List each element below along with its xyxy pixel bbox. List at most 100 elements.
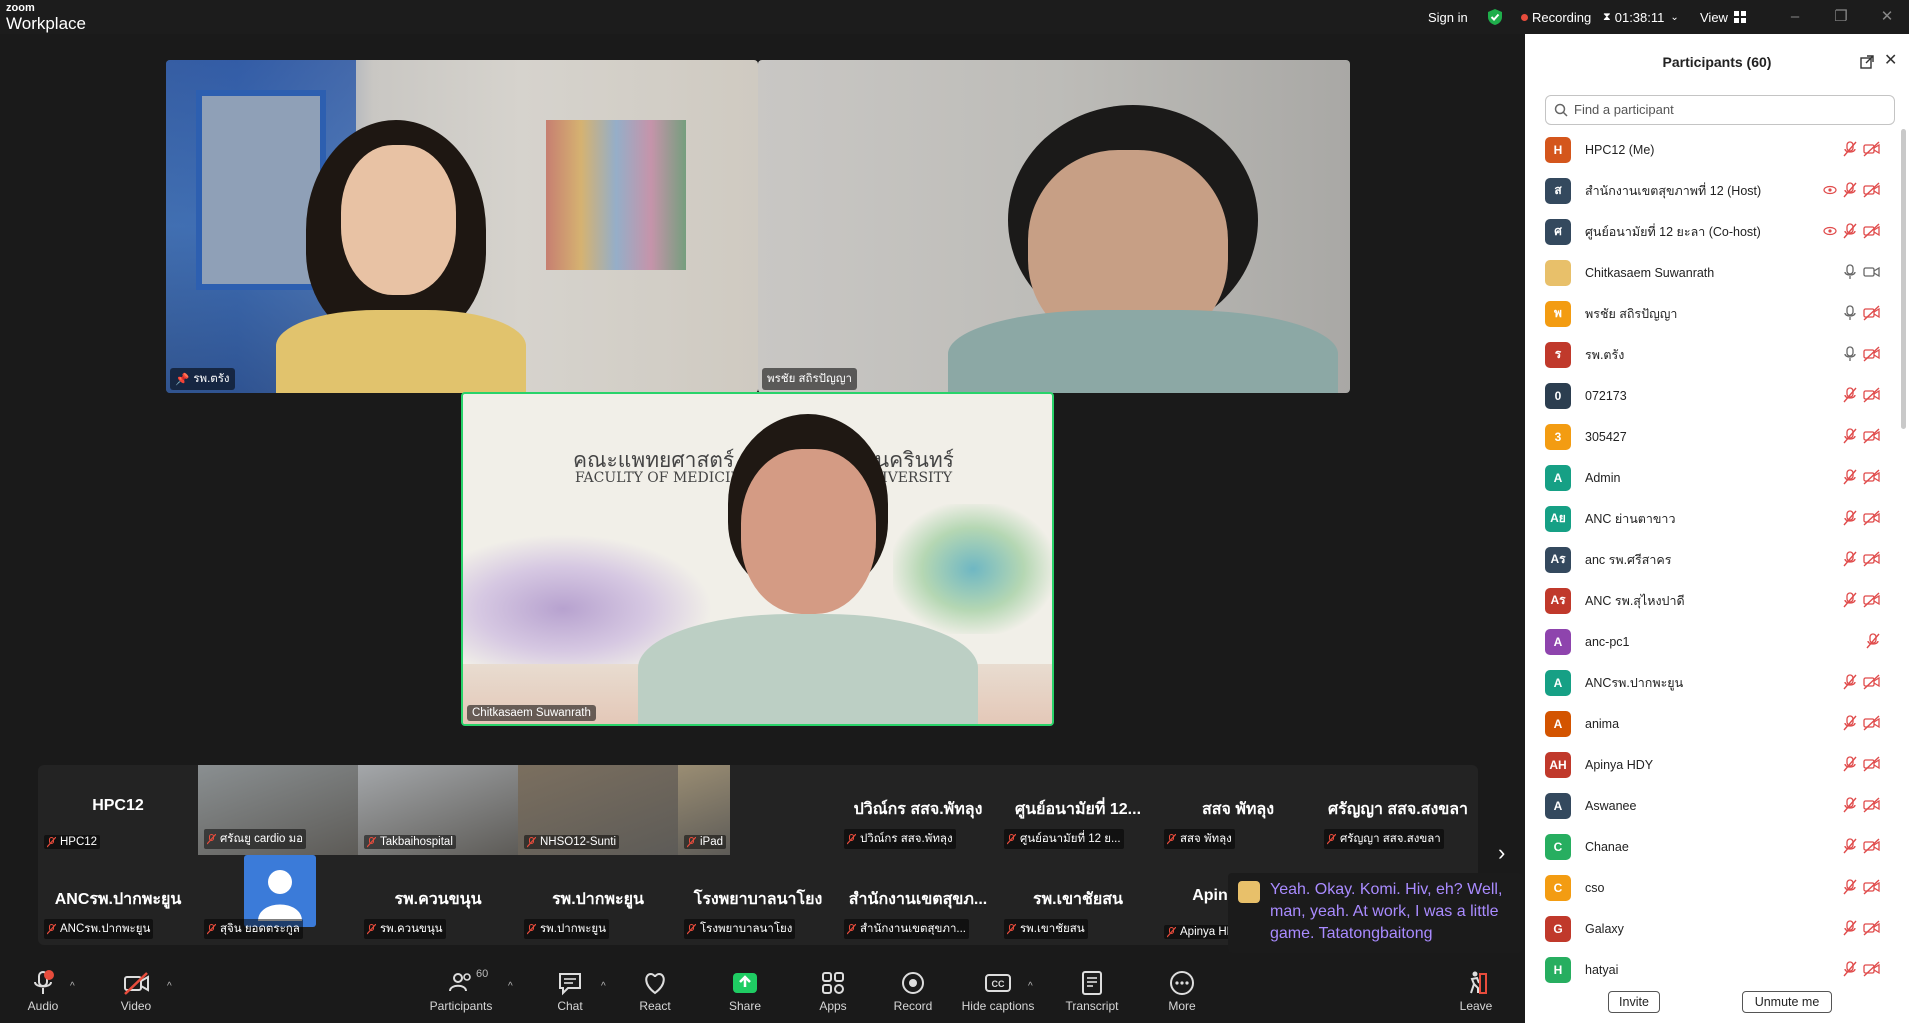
participant-row[interactable]: A ANCรพ.ปากพะยูน [1545,662,1880,703]
participant-status-icons [1843,920,1880,936]
leave-button[interactable]: Leave [1436,961,1516,1021]
participant-search-input[interactable]: Find a participant [1545,95,1895,125]
participant-name: Admin [1585,470,1621,485]
mic-muted-icon [1167,926,1176,937]
view-button[interactable]: View [1700,0,1746,34]
gallery-tile[interactable]: รพ.ควนขนุน รพ.ควนขนุน [358,855,518,945]
participant-row[interactable]: Aร ANC รพ.สุไหงปาดี [1545,580,1880,621]
gallery-tile[interactable]: ANCรพ.ปากพะยูน ANCรพ.ปากพะยูน [38,855,198,945]
participant-row[interactable]: Ccso [1545,867,1880,908]
gallery-tile[interactable]: ปวิณ์กร สสจ.พัทลุง ปวิณ์กร สสจ.พัทลุง [838,765,998,855]
participant-row[interactable]: AH Apinya HDY [1545,744,1880,785]
participant-name: ANC รพ.สุไหงปาดี [1585,593,1685,608]
gallery-tile[interactable]: ศรัญญา สสจ.สงขลา ศรัญญา สสจ.สงขลา [1318,765,1478,855]
chat-caret-icon[interactable]: ^ [601,981,606,992]
participant-row[interactable]: 0 072173 [1545,375,1880,416]
participant-row[interactable]: A Aswanee [1545,785,1880,826]
gallery-tile[interactable]: ศรัณยู cardio มอ [198,765,358,855]
security-shield-icon[interactable] [1487,0,1503,34]
mic-muted-icon [47,836,56,847]
participant-row[interactable]: Aanc-pc1 [1545,621,1880,662]
hide-captions-label: Hide captions [961,999,1035,1013]
gallery-tile[interactable]: HPC12 HPC12 [38,765,198,855]
gallery-tile[interactable]: โรงพยาบาลนาโยง โรงพยาบาลนาโยง [678,855,838,945]
participant-avatar: A [1545,792,1571,819]
minimize-icon[interactable]: – [1786,8,1804,26]
mic-muted-icon [527,836,536,847]
video-off-icon [1863,387,1880,403]
close-panel-icon[interactable]: ✕ [1884,50,1897,70]
gallery-tile[interactable]: iPad [678,765,730,855]
participant-row[interactable]: Aร anc รพ.ศรีสาคร [1545,539,1880,580]
participant-avatar: Aย [1545,505,1571,532]
recording-indicator[interactable]: Recording [1521,0,1591,34]
participant-row[interactable]: G Galaxy [1545,908,1880,949]
participant-row[interactable]: Chitkasaem Suwanrath [1545,252,1880,293]
gallery-tile[interactable]: สสจ พัทลุง สสจ พัทลุง [1158,765,1318,855]
participant-row[interactable]: A Admin [1545,457,1880,498]
hide-captions-button[interactable]: CC Hide captions [957,961,1039,1021]
participant-row[interactable]: Hhatyai [1545,949,1880,990]
video-tile-top-left[interactable]: 📌 รพ.ตรัง [166,60,758,393]
video-off-icon [1863,305,1880,321]
participant-row[interactable]: ร รพ.ตรัง [1545,334,1880,375]
participant-row[interactable]: C Chanae [1545,826,1880,867]
mic-muted-icon [1843,879,1857,895]
gallery-next-icon[interactable]: › [1498,840,1505,866]
participant-row[interactable]: ศ ศูนย์อนามัยที่ 12 ยะลา (Co-host) [1545,211,1880,252]
mic-muted-icon [1843,387,1857,403]
search-placeholder: Find a participant [1574,102,1674,117]
participant-avatar: 3 [1545,423,1571,450]
video-caret-icon[interactable]: ^ [167,981,172,992]
participant-row[interactable]: ส สำนักงานเขตสุขภาพที่ 12 (Host) [1545,170,1880,211]
video-tile-active-speaker[interactable]: คณะแพทยศาสตร์ ม านครินทร์ FACULTY OF MED… [461,392,1054,726]
gallery-tile[interactable]: NHSO12-Sunti [518,765,678,855]
participant-row[interactable]: H HPC12 (Me) [1545,129,1880,170]
participants-icon [449,973,471,992]
share-button[interactable]: Share [705,961,785,1021]
captions-caret-icon[interactable]: ^ [1028,981,1033,992]
gallery-tile[interactable]: Takbaihospital [358,765,518,855]
popout-icon[interactable] [1860,55,1874,69]
chat-button[interactable]: Chat [530,961,610,1021]
gallery-tile[interactable]: สุจิน ยอดตระกูล [198,855,358,945]
svg-text:CC: CC [992,979,1005,989]
gallery-tile[interactable]: ศูนย์อนามัยที่ 12... ศูนย์อนามัยที่ 12 ย.… [998,765,1158,855]
video-button[interactable]: Video [96,961,176,1021]
invite-button[interactable]: Invite [1608,991,1660,1013]
participant-name: HPC12 (Me) [1585,142,1655,157]
participant-row[interactable]: Aย ANC ย่านตาขาว [1545,498,1880,539]
gallery-tile[interactable]: รพ.เขาชัยสน รพ.เขาชัยสน [998,855,1158,945]
participant-name: Aswanee [1585,798,1637,813]
participant-status-icons [1866,633,1880,649]
more-button[interactable]: More [1142,961,1222,1021]
video-tile-top-right[interactable]: พรชัย สถิรปัญญา [758,60,1350,393]
participant-row[interactable]: พ พรชัย สถิรปัญญา [1545,293,1880,334]
participant-avatar: ศ [1545,218,1571,245]
sign-in-link[interactable]: Sign in [1428,0,1468,34]
participant-avatar: 0 [1545,382,1571,409]
restore-icon[interactable]: ❐ [1832,8,1850,26]
react-button[interactable]: React [615,961,695,1021]
record-button[interactable]: Record [873,961,953,1021]
participant-row[interactable]: 3 305427 [1545,416,1880,457]
timer[interactable]: ⧗ 01:38:11 ⌄ [1603,0,1679,34]
participant-status-icons [1843,551,1880,567]
transcript-button[interactable]: Transcript [1052,961,1132,1021]
mic-muted-icon [847,923,856,934]
close-window-icon[interactable]: ✕ [1878,8,1896,26]
participants-caret-icon[interactable]: ^ [508,981,513,992]
gallery-tile[interactable]: สำนักงานเขตสุขภ... สำนักงานเขตสุขภา... [838,855,998,945]
unmute-me-button[interactable]: Unmute me [1742,991,1832,1013]
video-off-icon [1863,551,1880,567]
participant-row[interactable]: Aanima [1545,703,1880,744]
participant-name: Chitkasaem Suwanrath [1585,265,1715,280]
gallery-tile-label: ศรัณยู cardio มอ [204,829,307,849]
mic-muted-icon [367,836,376,847]
gallery-tile[interactable]: รพ.ปากพะยูน รพ.ปากพะยูน [518,855,678,945]
participants-button[interactable]: 60 Participants [421,961,501,1021]
transcript-icon [1082,971,1102,995]
audio-caret-icon[interactable]: ^ [70,981,75,992]
apps-button[interactable]: Apps [793,961,873,1021]
participant-list-scrollbar[interactable] [1901,129,1906,429]
